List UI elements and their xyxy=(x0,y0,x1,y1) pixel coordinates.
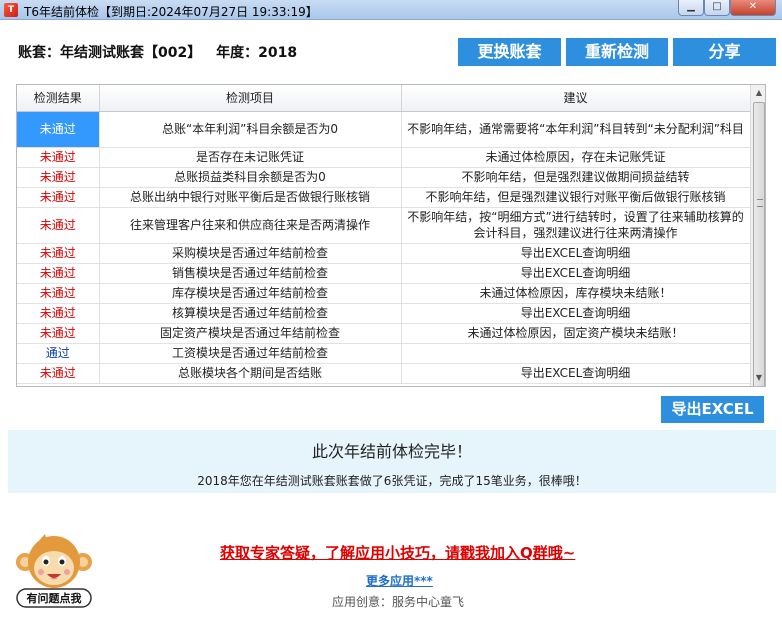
result-cell: 未通过 xyxy=(17,283,100,304)
table-header-row: 检测结果 检测项目 建议 xyxy=(17,85,751,112)
advice-cell: 导出EXCEL查询明细 xyxy=(401,243,751,264)
result-cell: 未通过 xyxy=(17,303,100,324)
item-cell: 固定资产模块是否通过年结前检查 xyxy=(99,323,402,344)
result-cell: 未通过 xyxy=(17,243,100,264)
year-value: 2018 xyxy=(258,45,298,61)
advice-cell: 导出EXCEL查询明细 xyxy=(401,303,751,324)
result-cell: 未通过 xyxy=(17,167,100,188)
summary-panel: 此次年结前体检完毕！ 2018年您在年结测试账套账套做了6张凭证，完成了15笔业… xyxy=(8,430,776,493)
advice-cell xyxy=(401,343,751,364)
item-cell: 总账模块各个期间是否结账 xyxy=(99,363,402,384)
result-cell: 通过 xyxy=(17,343,100,364)
column-header-result[interactable]: 检测结果 xyxy=(17,85,100,112)
table-row[interactable]: 未通过 核算模块是否通过年结前检查 导出EXCEL查询明细 xyxy=(17,303,751,324)
scroll-up-arrow-icon[interactable]: ▲ xyxy=(751,85,765,101)
advice-cell: 未通过体检原因，库存模块未结账！ xyxy=(401,283,751,304)
advice-cell: 未通过体检原因，固定资产模块未结账！ xyxy=(401,323,751,344)
change-account-button[interactable]: 更换账套 xyxy=(458,38,561,66)
join-qq-group-link[interactable]: 获取专家答疑，了解应用小技巧，请戳我加入Q群哦~ xyxy=(220,542,575,563)
item-cell: 往来管理客户往来和供应商往来是否两清操作 xyxy=(99,207,402,244)
account-info: 账套：年结测试账套【002】 年度：2018 xyxy=(18,42,297,62)
table-row[interactable]: 未通过 固定资产模块是否通过年结前检查 未通过体检原因，固定资产模块未结账！ xyxy=(17,323,751,344)
result-cell: 未通过 xyxy=(17,323,100,344)
table-row[interactable]: 未通过 是否存在未记账凭证 未通过体检原因，存在未记账凭证 xyxy=(17,147,751,168)
window-title: T6年结前体检【到期日:2024年07月27日 19:33:19】 xyxy=(24,5,318,19)
advice-cell: 不影响年结，但是强烈建议做期间损益结转 xyxy=(401,167,751,188)
table-row[interactable]: 未通过 总账损益类科目余额是否为0 不影响年结，但是强烈建议做期间损益结转 xyxy=(17,167,751,188)
item-cell: 总账出纳中银行对账平衡后是否做银行账核销 xyxy=(99,187,402,208)
mascot-label[interactable]: 有问题点我 xyxy=(17,590,91,606)
result-cell: 未通过 xyxy=(17,147,100,168)
advice-cell: 导出EXCEL查询明细 xyxy=(401,363,751,384)
scroll-down-arrow-icon[interactable]: ▼ xyxy=(751,370,765,386)
app-icon: T xyxy=(4,3,18,17)
table-scrollbar[interactable]: ▲ ▼ xyxy=(750,85,765,386)
table-row[interactable]: 未通过 销售模块是否通过年结前检查 导出EXCEL查询明细 xyxy=(17,263,751,284)
table-row[interactable]: 未通过 库存模块是否通过年结前检查 未通过体检原因，库存模块未结账！ xyxy=(17,283,751,304)
item-cell: 库存模块是否通过年结前检查 xyxy=(99,283,402,304)
app-credit: 应用创意：服务中心童飞 xyxy=(332,595,465,609)
result-cell: 未通过 xyxy=(17,187,100,208)
title-bar: T T6年结前体检【到期日:2024年07月27日 19:33:19】 ▁ □ … xyxy=(0,0,782,20)
year-label: 年度： xyxy=(216,45,259,61)
share-button[interactable]: 分享 xyxy=(673,38,776,66)
table-row[interactable]: 未通过 往来管理客户往来和供应商往来是否两清操作 不影响年结，按“明细方式”进行… xyxy=(17,207,751,244)
advice-cell: 未通过体检原因，存在未记账凭证 xyxy=(401,147,751,168)
minimize-button[interactable]: ▁ xyxy=(678,0,704,16)
advice-cell: 导出EXCEL查询明细 xyxy=(401,263,751,284)
column-header-item[interactable]: 检测项目 xyxy=(99,85,402,112)
advice-cell: 不影响年结，但是强烈建议银行对账平衡后做银行账核销 xyxy=(401,187,751,208)
column-header-advice[interactable]: 建议 xyxy=(401,85,751,112)
maximize-icon: □ xyxy=(712,1,722,12)
export-excel-button[interactable]: 导出EXCEL xyxy=(661,396,764,423)
close-button[interactable]: ✕ xyxy=(730,0,776,16)
item-cell: 总账“本年利润”科目余额是否为0 xyxy=(99,111,402,148)
result-cell: 未通过 xyxy=(17,363,100,384)
advice-cell: 不影响年结，通常需要将“本年利润”科目转到“未分配利润”科目 xyxy=(401,111,751,148)
item-cell: 销售模块是否通过年结前检查 xyxy=(99,263,402,284)
item-cell: 是否存在未记账凭证 xyxy=(99,147,402,168)
scrollbar-thumb[interactable] xyxy=(753,102,765,386)
result-cell: 未通过 xyxy=(17,207,100,244)
table-row[interactable]: 未通过 采购模块是否通过年结前检查 导出EXCEL查询明细 xyxy=(17,243,751,264)
recheck-button[interactable]: 重新检测 xyxy=(566,38,668,66)
more-apps-link[interactable]: 更多应用*** xyxy=(366,572,433,589)
table-row[interactable]: 未通过 总账“本年利润”科目余额是否为0 不影响年结，通常需要将“本年利润”科目… xyxy=(17,111,751,148)
close-icon: ✕ xyxy=(748,1,758,12)
maximize-button[interactable]: □ xyxy=(704,0,730,16)
account-name: 年结测试账套【002】 xyxy=(60,45,202,61)
item-cell: 采购模块是否通过年结前检查 xyxy=(99,243,402,264)
summary-title: 此次年结前体检完毕！ xyxy=(311,442,472,461)
table-row[interactable]: 未通过 总账模块各个期间是否结账 导出EXCEL查询明细 xyxy=(17,363,751,384)
result-cell: 未通过 xyxy=(17,111,100,148)
advice-cell: 不影响年结，按“明细方式”进行结转时，设置了往来辅助核算的会计科目，强烈建议进行… xyxy=(401,207,751,244)
results-table: 检测结果 检测项目 建议 未通过 总账“本年利润”科目余额是否为0 不影响年结，… xyxy=(16,84,766,387)
item-cell: 总账损益类科目余额是否为0 xyxy=(99,167,402,188)
item-cell: 核算模块是否通过年结前检查 xyxy=(99,303,402,324)
result-cell: 未通过 xyxy=(17,263,100,284)
table-row[interactable]: 通过 工资模块是否通过年结前检查 xyxy=(17,343,751,364)
table-row[interactable]: 未通过 总账出纳中银行对账平衡后是否做银行账核销 不影响年结，但是强烈建议银行对… xyxy=(17,187,751,208)
account-label: 账套： xyxy=(18,45,60,61)
minimize-icon: ▁ xyxy=(687,1,695,12)
summary-text: 2018年您在年结测试账套账套做了6张凭证，完成了15笔业务，很棒哦！ xyxy=(197,474,587,488)
item-cell: 工资模块是否通过年结前检查 xyxy=(99,343,402,364)
